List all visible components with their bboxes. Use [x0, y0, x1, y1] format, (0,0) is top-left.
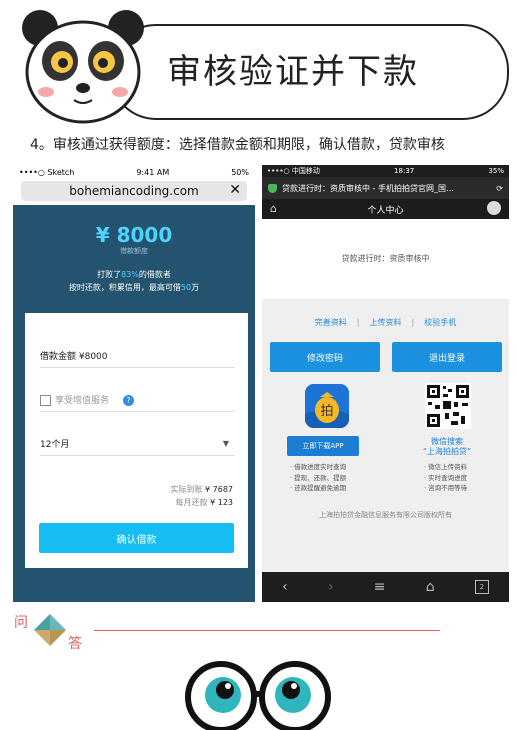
- wechat-feature: · 实时查询进度: [424, 473, 468, 482]
- page-title: 审核验证并下款: [167, 52, 419, 92]
- loan-form-card: 借款金额 ¥8000 享受增值服务? 12个月 ▼ 实际到账 ¥ 7687 每月…: [25, 313, 248, 568]
- term-value: 12个月: [40, 440, 70, 450]
- home-icon[interactable]: ⌂: [426, 579, 435, 595]
- loan-amount-label: 借款额度: [120, 247, 148, 255]
- credit-text: 按时还款，积累信用，最高可借50万: [13, 282, 255, 293]
- clock: 18:37: [394, 167, 415, 175]
- forward-icon[interactable]: ›: [328, 579, 334, 595]
- battery: 50%: [231, 167, 249, 177]
- monthly-value: ¥ 123: [210, 498, 233, 507]
- loan-amount-field[interactable]: 借款金额 ¥8000: [40, 349, 235, 368]
- loan-amount: ¥ 8000: [95, 223, 173, 247]
- help-icon[interactable]: ?: [123, 395, 135, 406]
- credit-prefix: 按时还款，积累信用，最高可借: [68, 283, 181, 292]
- chevron-down-icon: ▼: [222, 439, 229, 448]
- home-icon[interactable]: ⌂: [270, 202, 277, 215]
- app-feature: · 借款进度实时查询: [290, 463, 347, 471]
- step-caption: 4。审核通过获得额度：选择借款金额和期限，确认借款，贷款审核: [30, 137, 445, 153]
- title-banner: 审核验证并下款: [110, 24, 509, 120]
- copyright: 上海拍拍贷金融信息服务有限公司版权所有: [319, 511, 452, 519]
- app-feature: · 提现、还款、提额: [290, 473, 347, 482]
- app-feature-list: · 借款进度实时查询 · 提现、还款、提额 · 还款提醒避免逾期: [290, 462, 346, 494]
- term-select[interactable]: 12个月 ▼: [40, 437, 235, 456]
- addon-label: 享受增值服务: [55, 396, 110, 406]
- separator: |: [356, 318, 360, 327]
- wechat-account-name: “上海拍拍贷”: [422, 447, 472, 456]
- credit-suffix: 万: [191, 283, 200, 292]
- monthly-payment: 每月还款 ¥ 123: [176, 497, 233, 508]
- beat-suffix: 的借款者: [138, 270, 171, 279]
- separator: |: [411, 318, 415, 327]
- close-icon[interactable]: ✕: [229, 182, 241, 198]
- beat-text: 打败了83%的借款者: [13, 269, 255, 280]
- diamond-icon: [34, 614, 66, 646]
- browser-toolbar: ‹ › ≡ ⌂ 2: [262, 572, 509, 602]
- addon-service-row[interactable]: 享受增值服务?: [40, 393, 235, 412]
- carrier: ••••○ 中国移动: [267, 167, 320, 175]
- carrier: ••••○ Sketch: [19, 167, 75, 177]
- svg-text:拍: 拍: [320, 404, 333, 419]
- refresh-icon[interactable]: ⟳: [496, 184, 503, 193]
- status-bar: ••••○ Sketch 9:41 AM 50%: [13, 165, 255, 179]
- browser-tab[interactable]: 贷款进行时：资质审核中 - 手机拍拍贷官网_国… ⟳: [262, 177, 509, 199]
- beat-prefix: 打败了: [97, 270, 122, 279]
- answer-label: 答: [68, 636, 82, 652]
- link-verify-phone[interactable]: 校验手机: [424, 318, 456, 327]
- logout-button[interactable]: 退出登录: [392, 342, 502, 372]
- change-password-button[interactable]: 修改密码: [270, 342, 380, 372]
- wechat-feature-list: · 微信上传资料 · 实时查询进度 · 咨询不用等待: [424, 462, 467, 494]
- battery: 35%: [488, 167, 504, 175]
- url-text: bohemiancoding.com: [69, 184, 199, 198]
- tabs-count[interactable]: 2: [474, 580, 489, 594]
- account-links: 完善资料 | 上传资料 | 校验手机: [262, 317, 509, 328]
- question-label: 问: [14, 615, 28, 631]
- url-bar[interactable]: bohemiancoding.com ✕: [21, 181, 247, 201]
- loan-phone-screen: ••••○ Sketch 9:41 AM 50% bohemiancoding.…: [13, 165, 255, 602]
- link-complete-profile[interactable]: 完善资料: [315, 318, 347, 327]
- actual-amount: 实际到账 ¥ 7687: [170, 484, 233, 495]
- actual-value: ¥ 7687: [205, 485, 233, 494]
- download-app-button[interactable]: 立即下载APP: [287, 436, 359, 456]
- link-upload-docs[interactable]: 上传资料: [370, 318, 402, 327]
- clock: 9:41 AM: [136, 167, 170, 177]
- qr-code-icon: [425, 383, 471, 429]
- monthly-label: 每月还款: [175, 498, 208, 507]
- tab-title: 贷款进行时：资质审核中 - 手机拍拍贷官网_国…: [282, 183, 454, 193]
- status-bar: ••••○ 中国移动 18:37 35%: [262, 165, 509, 177]
- back-icon[interactable]: ‹: [282, 579, 288, 595]
- wechat-feature: · 咨询不用等待: [424, 484, 468, 492]
- wechat-feature: · 微信上传资料: [424, 463, 468, 471]
- menu-icon[interactable]: ≡: [374, 579, 386, 595]
- glasses-mascot-icon: [185, 661, 331, 730]
- user-icon[interactable]: [487, 201, 501, 215]
- addon-checkbox[interactable]: [40, 395, 51, 406]
- shield-icon: [268, 183, 277, 193]
- nav-bar: ⌂ 个人中心: [262, 199, 509, 219]
- app-feature: · 还款提醒避免逾期: [290, 484, 347, 492]
- account-phone-screen: ••••○ 中国移动 18:37 35% 贷款进行时：资质审核中 - 手机拍拍贷…: [262, 165, 509, 602]
- credit-max: 50: [180, 283, 192, 292]
- panda-mascot-icon: [22, 10, 144, 124]
- actual-label: 实际到账: [170, 485, 203, 494]
- divider: [94, 630, 440, 631]
- app-logo-icon: 拍: [305, 384, 349, 428]
- beat-percent: 83%: [121, 270, 139, 279]
- confirm-loan-button[interactable]: 确认借款: [39, 523, 234, 553]
- nav-title: 个人中心: [367, 205, 404, 216]
- loan-status: 贷款进行时：资质审核中: [341, 254, 430, 263]
